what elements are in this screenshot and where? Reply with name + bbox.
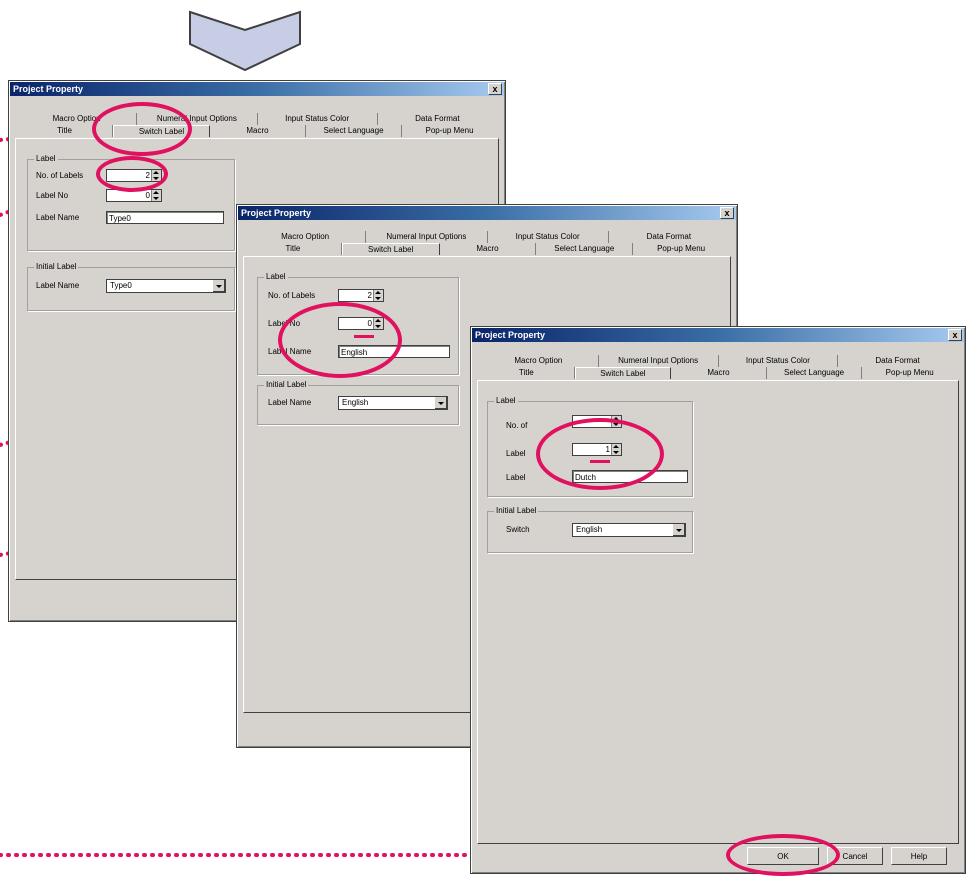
dialog-title: Project Property xyxy=(472,328,964,342)
tab-macro-option[interactable]: Macro Option xyxy=(245,231,367,243)
tab-data-format[interactable]: Data Format xyxy=(378,113,497,125)
edit-marker xyxy=(590,460,610,463)
no-of-labels-label: No. of xyxy=(506,421,528,430)
initial-label-name-label: Label Name xyxy=(36,281,80,290)
highlight-ring-no-of-labels xyxy=(96,156,168,192)
initial-label-select[interactable]: English xyxy=(572,523,686,537)
tab-popup-menu[interactable]: Pop-up Menu xyxy=(402,125,497,137)
tab-input-status-color[interactable]: Input Status Color xyxy=(258,113,378,125)
group-title: Initial Label xyxy=(494,506,539,516)
highlight-ring-switch-label-tab xyxy=(92,102,192,156)
dialog-title: Project Property xyxy=(10,82,504,96)
tab-popup-menu[interactable]: Pop-up Menu xyxy=(862,367,957,379)
select-value: English xyxy=(576,525,603,534)
tab-input-status-color[interactable]: Input Status Color xyxy=(719,355,839,367)
initial-label-select[interactable]: English xyxy=(338,396,448,410)
highlight-ring-label-no-3 xyxy=(536,418,664,490)
tab-numeral-input-options[interactable]: Numeral Input Options xyxy=(366,231,488,243)
group-title: Label xyxy=(494,396,518,406)
tab-row-top: Macro Option Numeral Input Options Input… xyxy=(17,113,497,125)
select-value: English xyxy=(342,398,369,407)
tab-title[interactable]: Title xyxy=(245,243,342,255)
tab-row-top: Macro Option Numeral Input Options Input… xyxy=(245,231,729,243)
no-of-labels-label: No. of Labels xyxy=(268,291,316,300)
initial-label-group: Initial Label Label Name Type0 xyxy=(27,262,235,311)
select-value: Type0 xyxy=(110,281,132,290)
tab-macro-option[interactable]: Macro Option xyxy=(479,355,599,367)
tab-data-format[interactable]: Data Format xyxy=(609,231,729,243)
group-title: Initial Label xyxy=(34,262,79,272)
initial-label-group: Initial Label Label Name English xyxy=(257,380,459,425)
group-title: Label xyxy=(264,272,288,282)
tab-macro[interactable]: Macro xyxy=(671,367,767,379)
spinner-value: 0 xyxy=(145,191,150,200)
spinner-arrows-icon[interactable] xyxy=(373,290,383,301)
initial-label-select[interactable]: Type0 xyxy=(106,279,226,293)
edit-marker xyxy=(354,335,374,338)
tab-select-language[interactable]: Select Language xyxy=(536,243,634,255)
tab-macro[interactable]: Macro xyxy=(440,243,537,255)
tab-select-language[interactable]: Select Language xyxy=(767,367,863,379)
initial-label-name-label: Label Name xyxy=(268,398,312,407)
no-of-labels-label: No. of Labels xyxy=(36,171,84,180)
close-button[interactable]: x xyxy=(720,207,734,219)
initial-label-group: Initial Label Switch English xyxy=(487,506,693,553)
tab-switch-label[interactable]: Switch Label xyxy=(341,243,440,255)
project-property-dialog-3: Project Property x Macro Option Numeral … xyxy=(470,326,966,874)
spinner-value: 2 xyxy=(367,291,372,300)
tab-select-language[interactable]: Select Language xyxy=(306,125,402,137)
highlight-ring-label-no xyxy=(278,302,402,378)
group-title: Label xyxy=(34,154,58,164)
tab-numeral-input-options[interactable]: Numeral Input Options xyxy=(599,355,719,367)
group-title: Initial Label xyxy=(264,380,309,390)
switch-label: Switch xyxy=(506,525,530,534)
down-arrow-icon xyxy=(189,10,301,72)
chevron-down-icon[interactable] xyxy=(212,280,225,292)
tab-input-status-color[interactable]: Input Status Color xyxy=(488,231,609,243)
tab-row-top: Macro Option Numeral Input Options Input… xyxy=(479,355,957,367)
help-button[interactable]: Help xyxy=(891,847,947,865)
tab-macro[interactable]: Macro xyxy=(210,125,306,137)
tab-row-bottom: Title Switch Label Macro Select Language… xyxy=(245,243,729,255)
tab-popup-menu[interactable]: Pop-up Menu xyxy=(633,243,729,255)
highlight-ring-ok-button xyxy=(726,834,840,876)
tab-title[interactable]: Title xyxy=(479,367,575,379)
tab-data-format[interactable]: Data Format xyxy=(838,355,957,367)
label-name-label: Label Name xyxy=(36,213,80,222)
tab-switch-label[interactable]: Switch Label xyxy=(574,367,672,379)
label-no-label: Label xyxy=(506,449,526,458)
tab-row-bottom: Title Switch Label Macro Select Language… xyxy=(479,367,957,379)
no-of-labels-spinner[interactable]: 2 xyxy=(338,289,384,302)
label-name-input[interactable]: Type0 xyxy=(106,211,224,224)
close-button[interactable]: x xyxy=(488,83,502,95)
label-no-label: Label No xyxy=(36,191,69,200)
tab-row-bottom: Title Switch Label Macro Select Language… xyxy=(17,125,497,137)
chevron-down-icon[interactable] xyxy=(672,524,685,536)
dialog-title: Project Property xyxy=(238,206,736,220)
label-name-label: Label xyxy=(506,473,526,482)
close-button[interactable]: x xyxy=(948,329,962,341)
chevron-down-icon[interactable] xyxy=(434,397,447,409)
spinner-arrows-icon[interactable] xyxy=(151,190,161,201)
